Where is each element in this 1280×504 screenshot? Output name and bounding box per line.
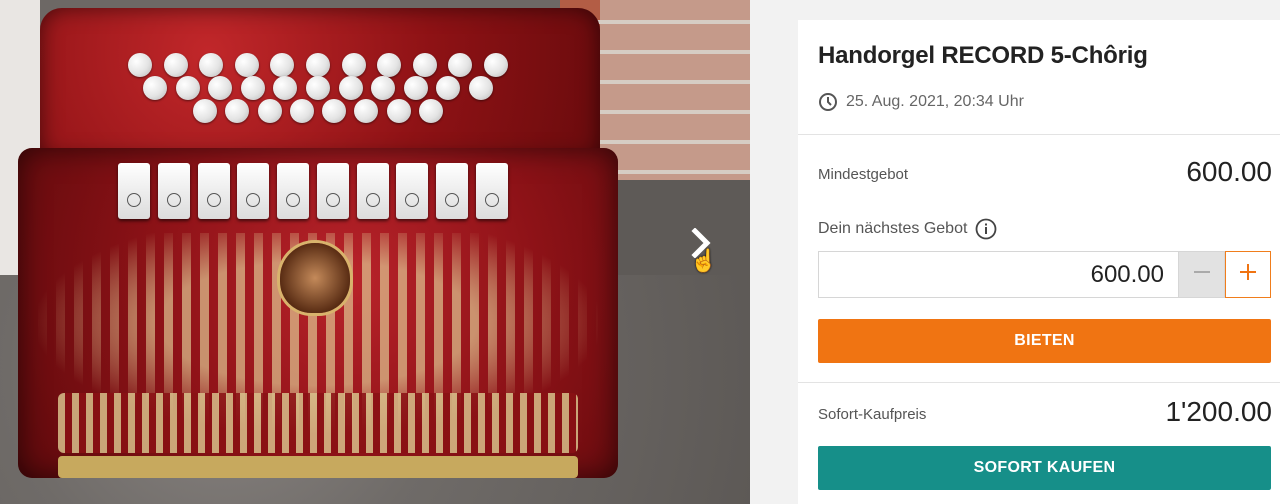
- accordion-register-keys: [118, 163, 508, 223]
- buy-now-button[interactable]: SOFORT KAUFEN: [818, 446, 1271, 490]
- next-bid-label: Dein nächstes Gebot: [818, 220, 968, 237]
- buy-now-label: Sofort-Kaufpreis: [818, 406, 927, 423]
- decrement-bid-button[interactable]: [1178, 251, 1225, 298]
- bid-amount-input[interactable]: [818, 251, 1178, 298]
- listing-date-row: 25. Aug. 2021, 20:34 Uhr: [818, 92, 1024, 112]
- minus-icon: [1192, 262, 1212, 287]
- gutter: [750, 0, 798, 504]
- accordion-lower-grille: [58, 393, 578, 453]
- accordion-button-row-3: [193, 99, 443, 125]
- next-bid-label-row: Dein nächstes Gebot: [818, 218, 997, 240]
- bidding-panel: Handorgel RECORD 5-Chôrig 25. Aug. 2021,…: [798, 20, 1280, 504]
- hand-pointer-icon: ☝: [690, 248, 718, 273]
- buy-now-value: 1'200.00: [1165, 396, 1272, 427]
- plus-icon: [1238, 262, 1258, 287]
- clock-icon: [818, 92, 838, 112]
- increment-bid-button[interactable]: [1225, 251, 1271, 298]
- accordion-base-strip: [58, 456, 578, 478]
- accordion-photo: [18, 8, 618, 478]
- min-bid-value: 600.00: [1186, 156, 1272, 187]
- accordion-emblem: [280, 243, 350, 313]
- background-wall-side: [600, 0, 750, 200]
- bid-button[interactable]: BIETEN: [818, 319, 1271, 363]
- listing-date: 25. Aug. 2021, 20:34 Uhr: [846, 93, 1024, 110]
- divider: [798, 134, 1280, 135]
- listing-title: Handorgel RECORD 5-Chôrig: [818, 42, 1148, 69]
- page: ☝ Handorgel RECORD 5-Chôrig 25. Aug. 202…: [0, 0, 1280, 504]
- divider: [798, 382, 1280, 383]
- min-bid-label: Mindestgebot: [818, 166, 909, 183]
- product-image-gallery[interactable]: ☝: [0, 0, 750, 504]
- info-icon[interactable]: [975, 218, 997, 240]
